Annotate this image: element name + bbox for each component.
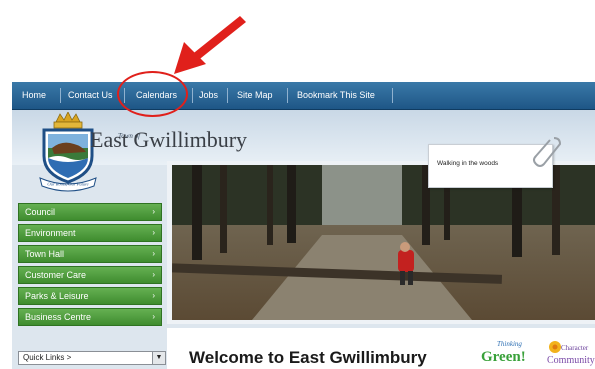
quick-links-select[interactable]: Quick Links > ▼ (18, 351, 166, 365)
nav-bookmark-link[interactable]: Bookmark This Site (297, 82, 375, 109)
character-main-text: Community (547, 355, 595, 366)
nav-site-map-link[interactable]: Site Map (237, 82, 273, 109)
nav-contact-us-link[interactable]: Contact Us (68, 82, 113, 109)
character-community-logo[interactable]: Character Community (545, 337, 595, 367)
quick-links-label: Quick Links > (23, 353, 72, 362)
character-top-text: Character (561, 344, 589, 352)
sidebar-item-council[interactable]: Council › (18, 203, 162, 221)
nav-separator (392, 88, 393, 103)
chevron-right-icon: › (152, 207, 155, 216)
chevron-right-icon: › (152, 312, 155, 321)
sidebar-item-label: Town Hall (25, 249, 65, 259)
paperclip-icon (533, 137, 562, 167)
left-navigation: Council › Environment › Town Hall › Custome… (18, 203, 162, 329)
forest-image (172, 165, 595, 320)
sidebar-item-parks-leisure[interactable]: Parks & Leisure › (18, 287, 162, 305)
thinking-green-logo[interactable]: Thinking Green! (477, 338, 539, 364)
top-navigation-bar: Home Contact Us Calendars Jobs Site Map … (12, 82, 595, 110)
nav-home-link[interactable]: Home (22, 82, 46, 109)
dropdown-arrow-icon[interactable]: ▼ (152, 352, 165, 364)
nav-separator (227, 88, 228, 103)
welcome-heading: Welcome to East Gwillimbury (189, 348, 427, 367)
sidebar-item-business-centre[interactable]: Business Centre › (18, 308, 162, 326)
photo-caption-text: Walking in the woods (437, 160, 499, 167)
nav-separator (60, 88, 61, 103)
nav-jobs-link[interactable]: Jobs (199, 82, 218, 109)
nav-separator (287, 88, 288, 103)
sidebar-item-town-hall[interactable]: Town Hall › (18, 245, 162, 263)
thinking-green-top-text: Thinking (497, 340, 522, 348)
sidebar-item-customer-care[interactable]: Customer Care › (18, 266, 162, 284)
sidebar-item-environment[interactable]: Environment › (18, 224, 162, 242)
chevron-right-icon: › (152, 270, 155, 279)
chevron-right-icon: › (152, 249, 155, 258)
sidebar-item-label: Parks & Leisure (25, 291, 89, 301)
site-title[interactable]: East Gwillimbury (90, 127, 247, 153)
chevron-right-icon: › (152, 291, 155, 300)
chevron-right-icon: › (152, 228, 155, 237)
thinking-green-main-text: Green! (481, 349, 526, 364)
sidebar-item-label: Customer Care (25, 270, 87, 280)
annotation-arrow-icon (174, 16, 246, 74)
hero-photo (172, 165, 595, 320)
sidebar-item-label: Council (25, 207, 56, 217)
sidebar-item-label: Environment (25, 228, 76, 238)
annotation-highlight-circle (117, 71, 188, 117)
sidebar-item-label: Business Centre (25, 312, 92, 322)
nav-separator (192, 88, 193, 103)
